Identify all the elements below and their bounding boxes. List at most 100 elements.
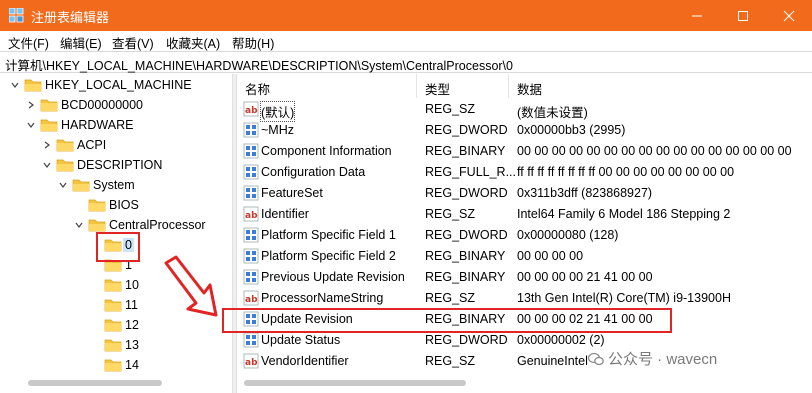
window-title: 注册表编辑器 [31,10,110,25]
value-data: ff ff ff ff ff ff ff ff 00 00 00 00 00 0… [517,165,735,179]
value-row[interactable]: Platform Specific Field 2 REG_BINARY 00 00… [237,246,812,267]
value-data: 0x00000080 (128) [517,228,619,242]
menu-help[interactable]: 帮助(H) [232,33,274,52]
folder-icon [104,359,122,372]
tree-node-label: HARDWARE [61,118,134,132]
value-name: Platform Specific Field 2 [261,249,396,263]
folder-icon [104,299,122,312]
chevron-down-icon[interactable] [74,220,84,230]
column-divider[interactable] [416,74,417,98]
value-type: REG_SZ [425,291,476,305]
value-row[interactable]: FeatureSet REG_DWORD 0x311b3dff (823868927… [237,183,812,204]
binary-value-icon [243,332,259,348]
chevron-down-icon[interactable] [58,180,68,190]
close-button[interactable] [766,0,812,31]
menu-favorites[interactable]: 收藏夹(A) [166,33,220,52]
tree-node-label: DESCRIPTION [77,158,163,172]
value-row[interactable]: Platform Specific Field 1 REG_DWORD 0x0000… [237,225,812,246]
binary-value-icon [243,185,259,201]
tree-node-label: 13 [125,338,139,352]
value-type: REG_DWORD [425,186,508,200]
highlight-selected-key [96,232,140,262]
maximize-button[interactable] [720,0,766,31]
column-header-data-label: 数据 [517,83,543,97]
value-row[interactable]: Update Status REG_DWORD 0x00000002 (2) [237,330,812,351]
string-value-icon: ab [243,353,259,369]
column-header-name-label: 名称 [245,83,271,97]
tree-node-label: 11 [125,298,138,312]
folder-icon [88,199,106,212]
chevron-right-icon[interactable] [26,100,36,110]
value-name: Component Information [261,144,392,158]
values-pane[interactable]: 名称 类型 数据 ab (默认) REG_SZ (数值未设置) ~MHz REG_DWOR… [237,74,812,393]
value-row[interactable]: ab Identifier REG_SZ Intel64 Family 6 Model… [237,204,812,225]
binary-value-icon [243,122,259,138]
values-horizontal-scrollbar[interactable] [244,380,466,386]
folder-icon [40,119,58,132]
value-name: (默认) [259,101,296,122]
folder-icon [104,279,122,292]
binary-value-icon [243,143,259,159]
value-type: REG_DWORD [425,228,508,242]
value-row[interactable]: ~MHz REG_DWORD 0x00000bb3 (2995) [237,120,812,141]
chevron-right-icon[interactable] [42,140,52,150]
tree-node-label: 10 [125,278,139,292]
minimize-button[interactable] [674,0,720,31]
maximize-icon [738,10,748,21]
value-data: 0x00000002 (2) [517,333,605,347]
chevron-down-icon[interactable] [42,160,52,170]
folder-icon [56,159,74,172]
value-type: REG_SZ [425,102,476,116]
menu-view[interactable]: 查看(V) [112,33,154,52]
value-type: REG_SZ [425,354,476,368]
tree-node-label: System [93,178,135,192]
chevron-down-icon[interactable] [10,80,20,90]
value-row[interactable]: Component Information REG_BINARY 00 00 00 … [237,141,812,162]
value-row[interactable]: Configuration Data REG_FULL_R... ff ff ff … [237,162,812,183]
value-row[interactable]: ab ProcessorNameString REG_SZ 13th Gen Inte… [237,288,812,309]
menu-file[interactable]: 文件(F) [8,33,49,52]
tree-horizontal-scrollbar[interactable] [28,380,162,386]
value-type: REG_BINARY [425,249,506,263]
value-row[interactable]: ab (默认) REG_SZ (数值未设置) [237,99,812,122]
folder-icon [104,319,122,332]
column-header-type[interactable]: 类型 [417,74,509,98]
value-data: 0x00000bb3 (2995) [517,123,626,137]
tree-node-label: BCD00000000 [61,98,144,112]
address-path[interactable]: 计算机\HKEY_LOCAL_MACHINE\HARDWARE\DESCRIPT… [5,55,513,74]
value-name: ProcessorNameString [261,291,384,305]
value-row[interactable]: Previous Update Revision REG_BINARY 00 00 … [237,267,812,288]
highlight-update-revision [222,308,672,333]
column-divider[interactable] [508,74,509,98]
value-type: REG_SZ [425,207,476,221]
value-row[interactable]: ab VendorIdentifier REG_SZ GenuineIntel [237,351,812,372]
watermark: 公众号 · wavecn [587,348,717,369]
column-header-data[interactable]: 数据 [509,74,812,98]
value-data: Intel64 Family 6 Model 186 Stepping 2 [517,207,731,221]
column-header-name[interactable]: 名称 [237,74,417,98]
binary-value-icon [243,269,259,285]
value-type: REG_DWORD [425,333,508,347]
menu-edit[interactable]: 编辑(E) [60,33,102,52]
svg-text:ab: ab [245,211,258,221]
regedit-app-icon [9,8,24,23]
folder-icon [72,179,90,192]
value-name: Previous Update Revision [261,270,405,284]
folder-icon [40,99,58,112]
value-data: GenuineIntel [517,354,588,368]
value-type: REG_FULL_R... [425,165,517,179]
value-name: Identifier [261,207,309,221]
folder-icon [24,79,42,92]
string-value-icon: ab [243,290,259,306]
value-data: 00 00 00 00 21 41 00 00 [517,270,653,284]
string-value-icon: ab [243,101,259,117]
value-name: ~MHz [261,123,294,137]
chevron-down-icon[interactable] [26,120,36,130]
svg-text:ab: ab [245,358,258,368]
value-name: FeatureSet [261,186,323,200]
menu-bar: 文件(F) 编辑(E) 查看(V) 收藏夹(A) 帮助(H) [0,31,812,51]
title-bar: 注册表编辑器 [0,0,812,31]
address-bar[interactable]: 计算机\HKEY_LOCAL_MACHINE\HARDWARE\DESCRIPT… [0,51,812,73]
value-type: REG_DWORD [425,123,508,137]
tree-node-label: CentralProcessor [109,218,206,232]
